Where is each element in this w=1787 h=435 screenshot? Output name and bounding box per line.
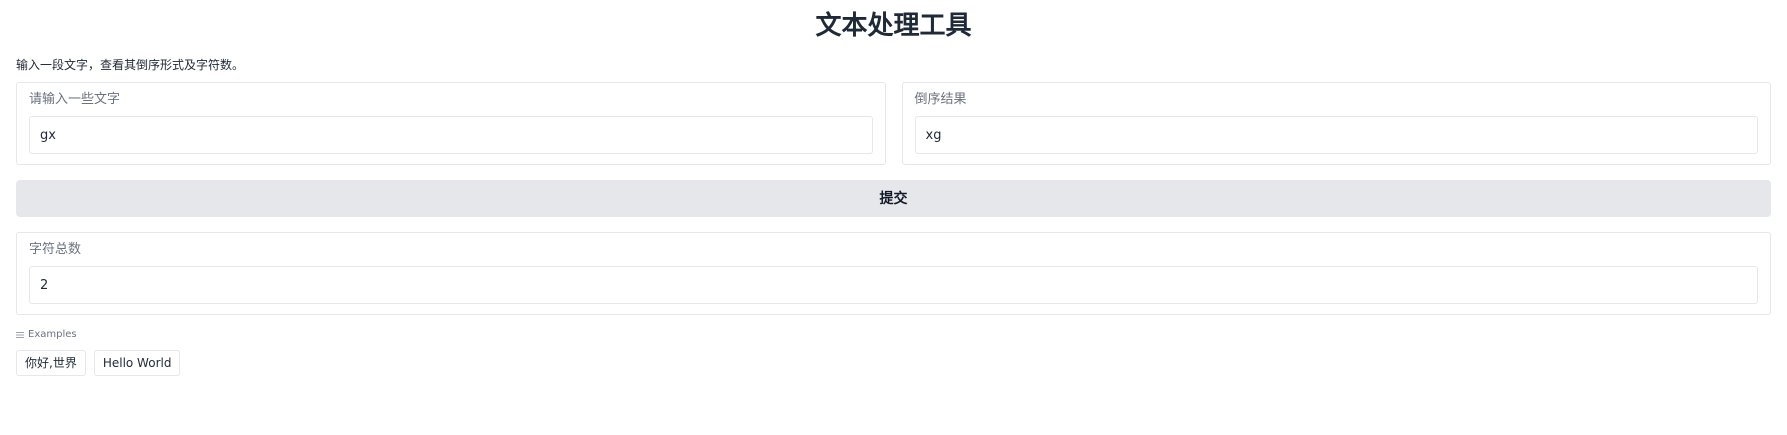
submit-button[interactable]: 提交 [16, 180, 1771, 217]
reversed-label: 倒序结果 [914, 92, 967, 107]
list-icon [16, 331, 24, 339]
input-label: 请输入一些文字 [29, 92, 121, 107]
reversed-block: 倒序结果 [901, 82, 1771, 165]
page-title: 文本处理工具 [815, 11, 972, 41]
example-item[interactable]: Hello World [93, 350, 181, 376]
input-block: 请输入一些文字 [16, 82, 886, 165]
app-page: 文本处理工具 输入一段文字，查看其倒序形式及字符数。 请输入一些文字 倒序结果 … [0, 0, 1787, 435]
examples-list: 你好,世界 Hello World [16, 350, 1771, 376]
io-row: 请输入一些文字 倒序结果 [16, 82, 1771, 165]
examples-label: Examples [28, 329, 77, 340]
reversed-output[interactable] [914, 116, 1758, 154]
page-description: 输入一段文字，查看其倒序形式及字符数。 [16, 58, 245, 72]
count-block: 字符总数 [16, 232, 1771, 315]
examples-header: Examples [16, 329, 1771, 341]
example-item[interactable]: 你好,世界 [16, 350, 86, 376]
count-output[interactable] [29, 266, 1758, 304]
text-input[interactable] [29, 116, 873, 154]
count-label: 字符总数 [29, 242, 82, 257]
